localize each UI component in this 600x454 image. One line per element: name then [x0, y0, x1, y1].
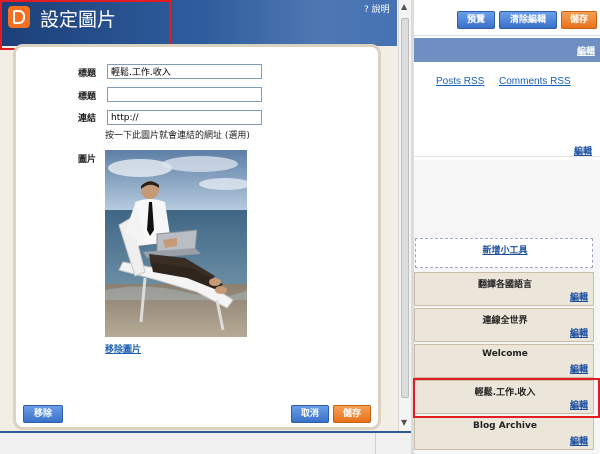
header-edit-link[interactable]: 編輯	[577, 44, 595, 57]
widget-highlight-box	[413, 378, 600, 418]
preview-image-drawing	[105, 150, 247, 337]
preview-button[interactable]: 預覽	[457, 11, 495, 29]
widget-translate[interactable]: 翻譯各國語言 編輯	[414, 272, 594, 306]
dialog-scrollbar[interactable]: ▲ ▼	[398, 0, 411, 432]
scroll-thumb[interactable]	[401, 18, 409, 398]
save-button[interactable]: 儲存	[333, 405, 371, 423]
cancel-button[interactable]: 取消	[291, 405, 329, 423]
comments-rss-link[interactable]: Comments RSS	[499, 76, 571, 87]
widget-title: 翻譯各國語言	[477, 280, 532, 290]
widget-edit-link[interactable]: 編輯	[570, 326, 588, 339]
title-highlight-box	[0, 0, 171, 50]
add-widget-box[interactable]: 新增小工具	[415, 238, 593, 268]
help-link[interactable]: ? 說明	[364, 2, 390, 15]
feed-links-section: Posts RSS Comments RSS 編輯	[411, 62, 600, 157]
widget-edit-link[interactable]: 編輯	[570, 290, 588, 303]
remove-button[interactable]: 移除	[23, 405, 63, 423]
image-label: 圖片	[78, 155, 97, 165]
scroll-down-icon[interactable]: ▼	[401, 418, 407, 427]
clear-edits-button[interactable]: 清除編輯	[499, 11, 557, 29]
widget-edit-link[interactable]: 編輯	[570, 434, 588, 447]
caption-input[interactable]	[107, 87, 262, 102]
add-widget-link[interactable]: 新增小工具	[416, 243, 594, 256]
link-hint: 按一下此圖片就會連結的網址 (選用)	[105, 131, 250, 141]
link-input[interactable]	[107, 110, 262, 125]
widget-title: 連線全世界	[482, 316, 528, 326]
layout-save-button[interactable]: 儲存	[561, 11, 597, 29]
caption-label: 標題	[78, 92, 97, 102]
header-section-bar: 編輯	[411, 38, 600, 62]
feed-edit-link[interactable]: 編輯	[574, 144, 592, 157]
preview-image	[105, 150, 247, 337]
widget-blog-archive[interactable]: Blog Archive 編輯	[414, 416, 594, 450]
image-settings-dialog: 設定圖片 ? 說明 ▲ ▼ 標題 標題 連結 按一下此圖片就會連結的網址 (選用…	[0, 0, 411, 432]
scroll-up-icon[interactable]: ▲	[401, 2, 407, 11]
remove-image-link[interactable]: 移除圖片	[105, 342, 141, 355]
link-label: 連結	[78, 114, 97, 124]
layout-toolbar: 預覽 清除編輯 儲存	[411, 0, 600, 36]
widget-title: Welcome	[482, 349, 528, 359]
dialog-bottom-bar	[0, 431, 411, 454]
widget-connect-world[interactable]: 連線全世界 編輯	[414, 308, 594, 342]
posts-rss-link[interactable]: Posts RSS	[436, 76, 484, 87]
widget-title: Blog Archive	[473, 421, 537, 431]
title-input[interactable]	[107, 64, 262, 79]
widget-welcome[interactable]: Welcome 編輯	[414, 344, 594, 378]
widget-edit-link[interactable]: 編輯	[570, 362, 588, 375]
title-label: 標題	[78, 69, 97, 79]
